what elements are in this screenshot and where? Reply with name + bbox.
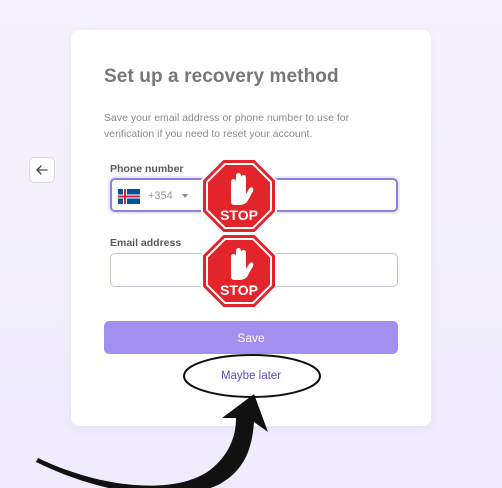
iceland-flag-icon [118,188,140,204]
stop-sign-icon: STOP [201,233,277,309]
chevron-down-icon [181,194,188,198]
page: Set up a recovery method Save your email… [0,0,502,488]
stop-sign-text: STOP [220,207,258,223]
maybe-later-link[interactable]: Maybe later [104,370,398,382]
arrow-left-icon [36,165,48,175]
country-code-select[interactable]: +354 [118,187,188,205]
page-title: Set up a recovery method [104,66,339,87]
stop-sign-text: STOP [220,282,258,298]
email-address-label: Email address [110,237,182,249]
dial-code: +354 [148,190,173,202]
save-button[interactable]: Save [104,321,398,354]
back-button[interactable] [29,157,55,183]
description-text: Save your email address or phone number … [104,112,350,140]
stop-sign-icon: STOP [201,158,277,234]
phone-number-label: Phone number [110,163,184,175]
